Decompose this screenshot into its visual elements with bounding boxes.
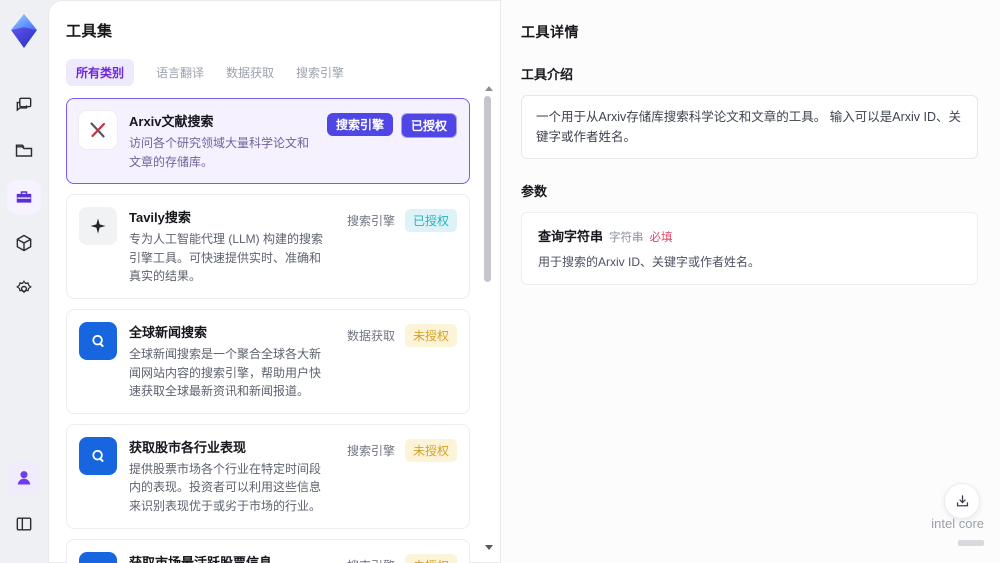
category-label: 搜索引擎 (345, 554, 397, 563)
category-label: 搜索引擎 (346, 443, 395, 458)
sidebar-item-account[interactable] (7, 461, 41, 495)
tool-card-tavily[interactable]: Tavily搜索 专为人工智能代理 (LLM) 构建的搜索引擎工具。可快速提供实… (66, 194, 470, 299)
tab-data-fetch[interactable]: 数据获取 (226, 59, 274, 86)
sidebar-item-chat[interactable] (7, 88, 41, 122)
param-desc: 用于搜索的Arxiv ID、关键字或作者姓名。 (538, 255, 761, 269)
sidebar-item-settings[interactable] (7, 272, 41, 306)
cube-icon (16, 234, 32, 252)
tab-all-categories[interactable]: 所有类别 (66, 59, 135, 86)
toolbox-icon (16, 191, 32, 203)
tool-card-sector-performance[interactable]: 获取股市各行业表现 提供股票市场各个行业在特定时间段内的表现。投资者可以利用这些… (66, 423, 470, 529)
tool-list: Arxiv文献搜索 访问各个研究领域大量科学论文和文章的存储库。 搜索引擎 已授… (66, 98, 470, 563)
params-heading: 参数 (521, 184, 548, 199)
download-button[interactable] (944, 483, 980, 519)
tool-name: Tavily搜索 (129, 210, 191, 226)
star-icon (79, 207, 117, 246)
tool-name: 获取市场最活跃股票信息 (129, 554, 273, 563)
page-title: 工具集 (66, 23, 113, 40)
param-card: 查询字符串 字符串 必填 用于搜索的Arxiv ID、关键字或作者姓名。 (521, 212, 978, 285)
tool-details-panel: 工具详情 工具介绍 一个用于从Arxiv存储库搜索科学论文和文章的工具。 输入可… (501, 0, 1000, 563)
status-badge: 已授权 (400, 113, 457, 138)
category-label: 数据获取 (346, 328, 395, 343)
tool-desc: 专为人工智能代理 (LLM) 构建的搜索引擎工具。可快速提供实时、准确和真实的结… (129, 232, 324, 284)
status-badge: 未授权 (404, 438, 457, 462)
tool-card-arxiv[interactable]: Arxiv文献搜索 访问各个研究领域大量科学论文和文章的存储库。 搜索引擎 已授… (66, 98, 470, 185)
tool-intro-text: 一个用于从Arxiv存储库搜索科学论文和文章的工具。 输入可以是Arxiv ID… (521, 95, 978, 159)
tab-translation[interactable]: 语言翻译 (156, 59, 204, 86)
sidebar-item-collapse[interactable] (7, 507, 41, 541)
details-title: 工具详情 (521, 24, 579, 40)
sidebar-item-tools[interactable] (7, 180, 41, 214)
chat-icon (16, 97, 32, 112)
category-badge: 搜索引擎 (326, 113, 393, 136)
main-surface: 工具集 所有类别 语言翻译 数据获取 搜索引擎 Arxiv文献搜索 访问各个研究… (48, 0, 1000, 563)
sidebar-item-files[interactable] (7, 134, 41, 168)
tool-name: 全球新闻搜索 (129, 324, 208, 340)
status-badge: 未授权 (404, 553, 457, 563)
tab-search-engine[interactable]: 搜索引擎 (296, 59, 344, 86)
param-required-badge: 必填 (649, 232, 673, 244)
status-badge: 未授权 (404, 323, 457, 347)
tool-desc: 全球新闻搜索是一个聚合全球各大新闻网站内容的搜索引擎，帮助用户快速获取全球最新资… (129, 346, 322, 399)
brand-text: intel core (931, 516, 984, 531)
tool-desc: 提供股票市场各个行业在特定时间段内的表现。投资者可以利用这些信息来识别表现优于或… (129, 461, 322, 513)
arxiv-icon (79, 111, 117, 149)
tool-name: Arxiv文献搜索 (129, 114, 214, 129)
category-label: 搜索引擎 (346, 214, 395, 229)
news-search-icon (79, 321, 117, 360)
scrollbar-thumb[interactable] (484, 96, 491, 282)
panel-toggle-icon (16, 517, 32, 531)
brand-subbadge (958, 540, 984, 546)
intel-core-logo: intel core (931, 515, 984, 551)
tool-name: 获取股市各行业表现 (129, 439, 247, 455)
tool-card-global-news[interactable]: 全球新闻搜索 全球新闻搜索是一个聚合全球各大新闻网站内容的搜索引擎，帮助用户快速… (66, 308, 470, 414)
param-type: 字符串 (609, 232, 644, 244)
status-badge: 已授权 (404, 209, 457, 233)
param-name: 查询字符串 (538, 229, 604, 244)
list-scrollbar[interactable] (482, 86, 494, 552)
intro-heading: 工具介绍 (521, 67, 574, 82)
download-icon (956, 494, 968, 506)
app-logo-icon (11, 14, 37, 48)
sidebar-item-models[interactable] (7, 226, 41, 260)
folder-icon (15, 144, 33, 157)
scroll-down-arrow-icon[interactable] (485, 545, 493, 550)
scroll-up-arrow-icon[interactable] (485, 86, 493, 91)
toolset-panel: 工具集 所有类别 语言翻译 数据获取 搜索引擎 Arxiv文献搜索 访问各个研究… (48, 0, 500, 563)
user-icon (17, 471, 31, 485)
stock-search-icon (79, 551, 117, 563)
tool-card-active-stocks[interactable]: 获取市场最活跃股票信息 提供当天交易量最高的股票列表，投资者可以利用这些信息来识… (66, 538, 470, 563)
category-tabs: 所有类别 语言翻译 数据获取 搜索引擎 (66, 59, 500, 86)
left-icon-rail (0, 0, 48, 563)
stock-search-icon (79, 436, 117, 475)
tool-desc: 访问各个研究领域大量科学论文和文章的存储库。 (129, 136, 310, 169)
gear-icon (16, 280, 32, 294)
